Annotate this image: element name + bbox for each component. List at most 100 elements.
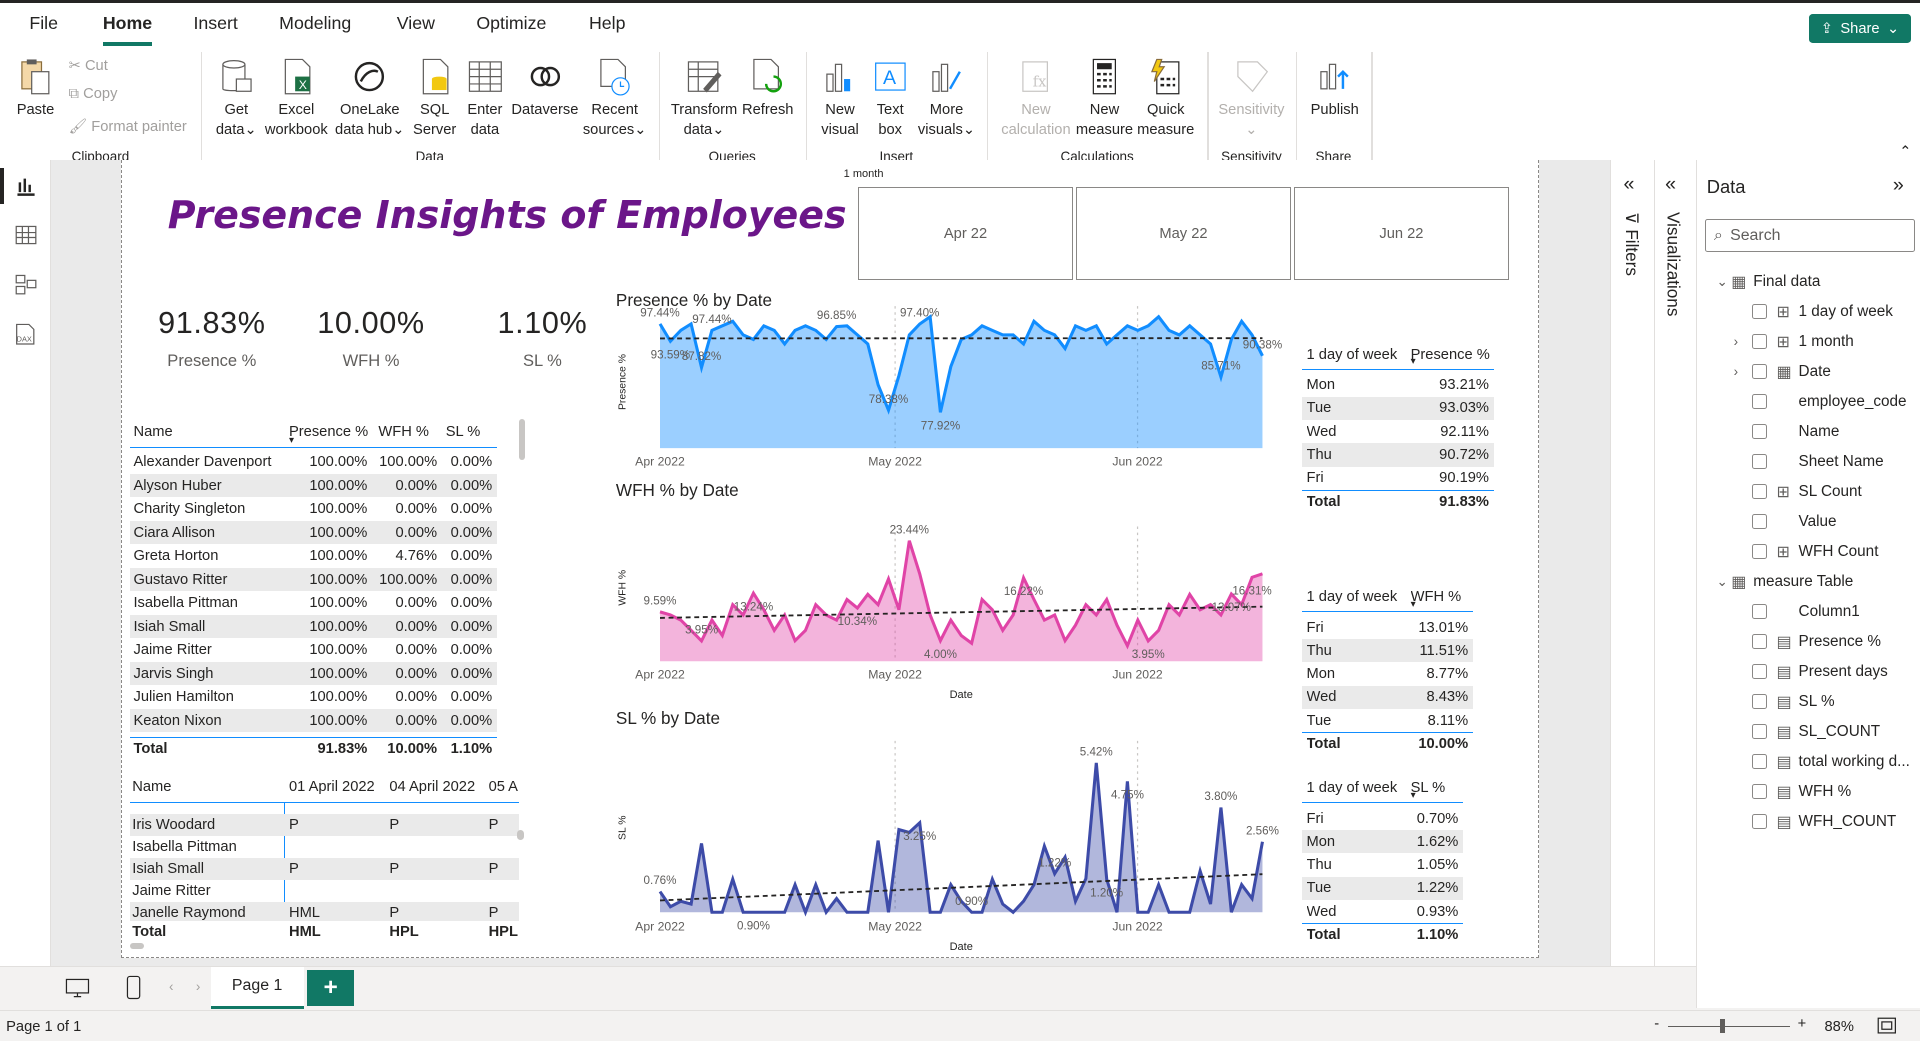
- chevron-down-icon[interactable]: ⌄: [1717, 574, 1728, 590]
- field-checkbox[interactable]: [1752, 604, 1767, 619]
- day-table-row[interactable]: Mon 1.62%: [1301, 830, 1464, 854]
- day-table-row[interactable]: Thu 1.05%: [1302, 853, 1464, 876]
- chevron-right-icon[interactable]: ›: [1734, 364, 1738, 379]
- day-table-row[interactable]: Fri 90.19%: [1302, 467, 1494, 490]
- prev-page-icon[interactable]: ‹: [169, 979, 173, 994]
- field-item[interactable]: › ⊞ 1 month: [1697, 329, 1920, 353]
- field-checkbox[interactable]: [1752, 694, 1767, 709]
- field-item[interactable]: ▤ WFH_COUNT: [1697, 809, 1920, 833]
- field-item[interactable]: ⊞ WFH Count: [1697, 539, 1920, 563]
- x-axis-label: Date: [950, 941, 973, 953]
- data-label: 0.90%: [955, 895, 988, 908]
- visualizations-pane-tab[interactable]: Visualizations: [1663, 212, 1684, 316]
- field-item[interactable]: Sheet Name: [1697, 449, 1920, 473]
- field-item[interactable]: ⊞ SL Count: [1697, 479, 1920, 503]
- day-table-row[interactable]: Mon 93.21%: [1302, 373, 1494, 396]
- column-header: WFH %: [1410, 589, 1462, 606]
- field-checkbox[interactable]: [1752, 424, 1767, 439]
- day-table-row[interactable]: Thu 90.72%: [1301, 443, 1494, 467]
- zoom-slider-track[interactable]: [1667, 1025, 1791, 1028]
- field-checkbox[interactable]: [1752, 484, 1767, 499]
- day-table-header: 1 day of week Presence % ▾: [1301, 340, 1494, 370]
- mobile-layout-icon[interactable]: [125, 974, 142, 1001]
- field-item[interactable]: employee_code: [1697, 389, 1920, 413]
- day-table-row[interactable]: Wed 0.93%: [1302, 900, 1464, 923]
- table-cell: Thu: [1306, 642, 1332, 659]
- search-input[interactable]: ⌕ Search: [1705, 219, 1915, 253]
- field-checkbox[interactable]: [1752, 454, 1767, 469]
- zoom-level: 88%: [1824, 1018, 1854, 1035]
- calc-column-icon: ⊞: [1776, 333, 1790, 351]
- column-header: SL %: [1410, 780, 1446, 797]
- table-cell: Tue: [1306, 400, 1332, 417]
- day-table-row[interactable]: Tue 93.03%: [1301, 396, 1494, 420]
- chevron-down-icon[interactable]: ⌄: [1717, 274, 1728, 290]
- field-item[interactable]: ▤ total working d...: [1697, 749, 1920, 773]
- field-item[interactable]: Column1: [1697, 599, 1920, 623]
- data-label: 3.25%: [903, 830, 936, 843]
- field-label: Name: [1798, 422, 1840, 440]
- field-checkbox[interactable]: [1752, 394, 1767, 409]
- table-cell: Thu: [1306, 446, 1332, 463]
- filters-pane-tab[interactable]: ⊽ Filters: [1621, 212, 1642, 276]
- next-page-icon[interactable]: ›: [196, 979, 200, 994]
- collapse-filters-icon[interactable]: «: [1623, 173, 1634, 196]
- measure-icon: ▤: [1776, 663, 1792, 681]
- chevron-right-icon[interactable]: ›: [1734, 334, 1738, 349]
- collapse-visualizations-icon[interactable]: «: [1665, 173, 1676, 196]
- zoom-out-button[interactable]: -: [1654, 1016, 1659, 1032]
- zoom-in-button[interactable]: +: [1798, 1016, 1807, 1032]
- line-chart-0[interactable]: 97.44%93.59%87.82%97.44% 96.85%78.38%97.4…: [618, 306, 1282, 468]
- field-item[interactable]: ▤ Present days: [1697, 659, 1920, 683]
- line-chart-2[interactable]: 0.76% 0.90% 3.25% 0.90% 1.22% 5.42% 1.20% 4.75%…: [618, 740, 1279, 953]
- day-table-row[interactable]: Tue 8.11%: [1302, 709, 1473, 732]
- field-item[interactable]: › ▦ Date: [1697, 359, 1920, 383]
- sort-icon: ▾: [1410, 789, 1416, 801]
- data-label: 4.75%: [1111, 789, 1144, 802]
- field-item[interactable]: ⌄ ▦ measure Table: [1697, 569, 1920, 593]
- field-item[interactable]: Name: [1697, 419, 1920, 443]
- zoom-slider-thumb[interactable]: [1720, 1018, 1726, 1034]
- add-page-button[interactable]: +: [307, 969, 354, 1007]
- data-label: 97.44%: [640, 306, 679, 319]
- field-checkbox[interactable]: [1752, 334, 1767, 349]
- table-cell: Mon: [1306, 833, 1336, 850]
- day-table-row[interactable]: Fri 0.70%: [1302, 807, 1464, 830]
- data-label: 1.20%: [1090, 886, 1123, 899]
- field-checkbox[interactable]: [1752, 544, 1767, 559]
- field-item[interactable]: Value: [1697, 509, 1920, 533]
- field-label: total working d...: [1798, 752, 1910, 770]
- day-table-row[interactable]: Wed 92.11%: [1302, 420, 1494, 443]
- field-item[interactable]: ⊞ 1 day of week: [1697, 299, 1920, 323]
- day-table-row[interactable]: Wed 8.43%: [1301, 685, 1474, 709]
- table-cell: 0.93%: [1416, 903, 1459, 920]
- field-item[interactable]: ⌄ ▦ Final data: [1697, 269, 1920, 293]
- field-checkbox[interactable]: [1752, 784, 1767, 799]
- table-cell: 0.70%: [1416, 810, 1459, 827]
- side-panes: « « ⊽ Filters Visualizations: [1610, 160, 1696, 969]
- field-item[interactable]: ▤ Presence %: [1697, 629, 1920, 653]
- day-table-row[interactable]: Thu 11.51%: [1301, 639, 1474, 663]
- day-table-row[interactable]: Mon 8.77%: [1302, 662, 1473, 685]
- field-checkbox[interactable]: [1752, 364, 1767, 379]
- field-checkbox[interactable]: [1752, 724, 1767, 739]
- line-chart-1[interactable]: 9.59% 3.95% 13.24% 10.34% 23.44% 4.00% 16.22% 3…: [618, 523, 1272, 701]
- field-checkbox[interactable]: [1752, 814, 1767, 829]
- day-table-row[interactable]: Tue 1.22%: [1301, 876, 1464, 900]
- desktop-layout-icon[interactable]: [64, 977, 91, 999]
- field-checkbox[interactable]: [1752, 754, 1767, 769]
- data-label: 0.76%: [644, 874, 677, 887]
- day-table-row[interactable]: Fri 13.01%: [1302, 616, 1473, 639]
- expand-data-pane-icon[interactable]: »: [1893, 174, 1904, 197]
- sort-icon: ▾: [1410, 356, 1416, 368]
- field-item[interactable]: ▤ WFH %: [1697, 779, 1920, 803]
- field-item[interactable]: ▤ SL %: [1697, 689, 1920, 713]
- page-tab[interactable]: Page 1: [210, 967, 304, 1009]
- field-item[interactable]: ▤ SL_COUNT: [1697, 719, 1920, 743]
- field-checkbox[interactable]: [1752, 664, 1767, 679]
- field-checkbox[interactable]: [1752, 634, 1767, 649]
- fit-to-page-icon[interactable]: [1877, 1017, 1897, 1034]
- sl-day-table: 1 day of week SL % ▾ Fri 0.70% Mon 1.62% Thu 1.0…: [1301, 774, 1464, 943]
- field-checkbox[interactable]: [1752, 304, 1767, 319]
- field-checkbox[interactable]: [1752, 514, 1767, 529]
